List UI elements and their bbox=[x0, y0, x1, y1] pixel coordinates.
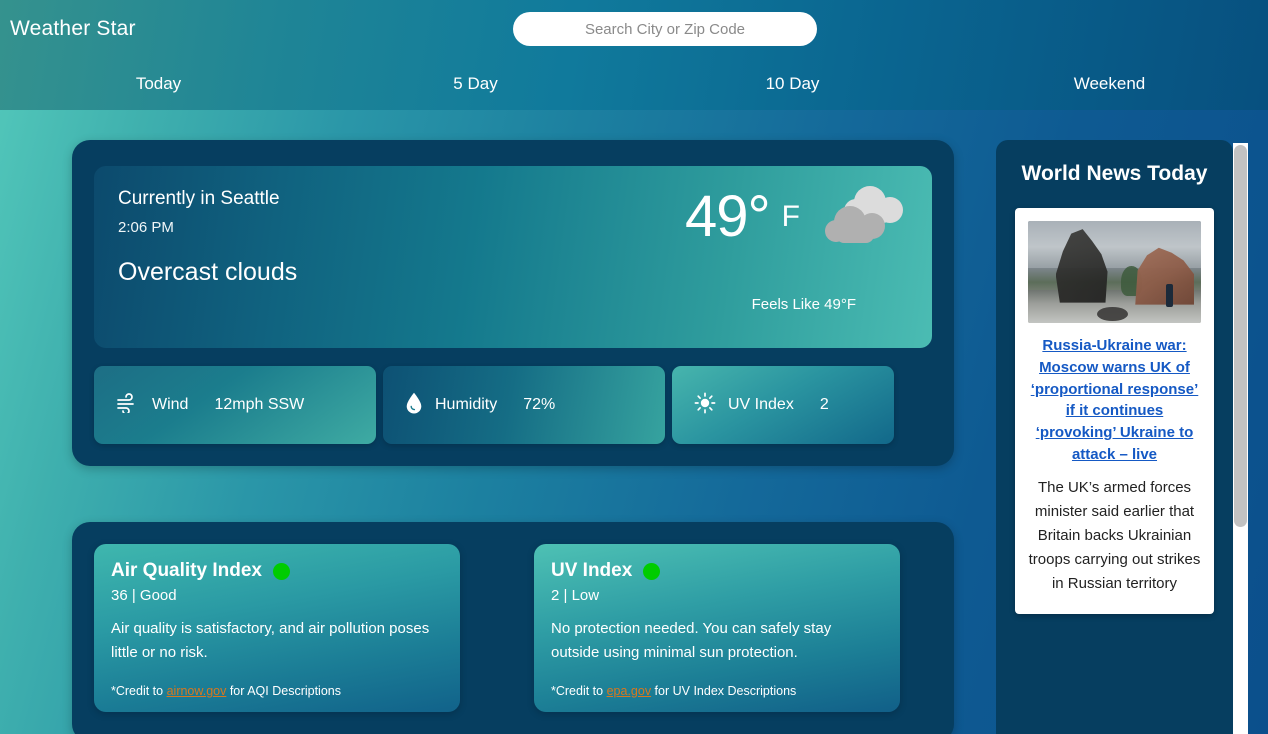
uvi-description: No protection needed. You can safely sta… bbox=[551, 620, 832, 661]
index-cards-row: Air Quality Index 36 | Good Air quality … bbox=[94, 544, 932, 712]
aqi-description: Air quality is satisfactory, and air pol… bbox=[111, 620, 430, 661]
uvi-credit-link[interactable]: epa.gov bbox=[607, 684, 651, 698]
feels-like-label: Feels Like 49°F bbox=[751, 296, 856, 313]
tab-today[interactable]: Today bbox=[0, 62, 317, 106]
uvi-credit-prefix: *Credit to bbox=[551, 684, 607, 698]
stat-label-uv-index: UV Index bbox=[728, 396, 794, 413]
temperature-unit: F bbox=[781, 200, 800, 233]
news-article-headline-link[interactable]: Russia-Ukraine war: Moscow warns UK of ‘… bbox=[1028, 335, 1201, 466]
aqi-value-label: 36 | Good bbox=[111, 587, 177, 604]
page-scrollbar-thumb[interactable] bbox=[1234, 145, 1247, 527]
app-brand-title: Weather Star bbox=[10, 17, 136, 40]
uvi-title-row: UV Index bbox=[551, 560, 883, 582]
aqi-credit-line: *Credit to airnow.gov for AQI Descriptio… bbox=[111, 684, 443, 698]
uvi-value-label: 2 | Low bbox=[551, 587, 600, 604]
humidity-icon bbox=[405, 392, 423, 419]
photo-puddle-reflection bbox=[1097, 306, 1129, 321]
tab-5-day[interactable]: 5 Day bbox=[317, 62, 634, 106]
stat-card-wind[interactable]: Wind 12mph SSW bbox=[94, 366, 376, 444]
stat-label-wind: Wind bbox=[152, 396, 189, 413]
index-cards-section: Air Quality Index 36 | Good Air quality … bbox=[72, 522, 954, 734]
tab-10-day[interactable]: 10 Day bbox=[634, 62, 951, 106]
aqi-credit-suffix: for AQI Descriptions bbox=[226, 684, 341, 698]
news-article-summary: The UK’s armed forces minister said earl… bbox=[1028, 478, 1201, 592]
app-header: Weather Star Today 5 Day 10 Day Weekend bbox=[0, 0, 1268, 110]
current-weather-card: Currently in Seattle 2:06 PM Overcast cl… bbox=[72, 140, 954, 466]
stat-card-humidity[interactable]: Humidity 72% bbox=[383, 366, 665, 444]
news-article-image bbox=[1028, 221, 1201, 323]
stat-value-uv-index: 2 bbox=[819, 396, 829, 413]
uvi-status-dot-icon bbox=[643, 562, 661, 580]
air-quality-index-card: Air Quality Index 36 | Good Air quality … bbox=[94, 544, 460, 712]
news-panel-title: World News Today bbox=[1021, 162, 1208, 185]
aqi-credit-link[interactable]: airnow.gov bbox=[167, 684, 227, 698]
uvi-credit-line: *Credit to epa.gov for UV Index Descript… bbox=[551, 684, 883, 698]
aqi-credit-prefix: *Credit to bbox=[111, 684, 167, 698]
stat-value-humidity: 72% bbox=[523, 396, 556, 413]
temperature-block: 49° F Feels Like 49°F bbox=[568, 180, 908, 330]
tab-weekend[interactable]: Weekend bbox=[951, 62, 1268, 106]
uvi-title: UV Index bbox=[551, 560, 633, 581]
world-news-panel: World News Today Russia-Ukraine war: Mos… bbox=[996, 140, 1233, 734]
overcast-clouds-icon bbox=[812, 180, 908, 254]
aqi-title: Air Quality Index bbox=[111, 560, 262, 581]
stat-label-humidity: Humidity bbox=[435, 396, 498, 413]
temperature-value: 49° bbox=[684, 184, 771, 249]
stats-row: Wind 12mph SSW Humidity 72% UV Index 2 bbox=[94, 366, 932, 444]
news-article-card[interactable]: Russia-Ukraine war: Moscow warns UK of ‘… bbox=[1015, 208, 1214, 614]
current-conditions-panel: Currently in Seattle 2:06 PM Overcast cl… bbox=[94, 166, 932, 348]
uvi-credit-suffix: for UV Index Descriptions bbox=[651, 684, 797, 698]
aqi-title-row: Air Quality Index bbox=[111, 560, 443, 582]
search-input[interactable] bbox=[513, 12, 817, 46]
stat-card-uv-index[interactable]: UV Index 2 bbox=[672, 366, 894, 444]
nav-tabs: Today 5 Day 10 Day Weekend bbox=[0, 62, 1268, 106]
main-content-column: Currently in Seattle 2:06 PM Overcast cl… bbox=[72, 140, 954, 734]
temperature-row: 49° F bbox=[568, 180, 908, 254]
photo-person bbox=[1166, 284, 1174, 307]
uv-index-card: UV Index 2 | Low No protection needed. Y… bbox=[534, 544, 900, 712]
search-bar[interactable] bbox=[513, 12, 817, 46]
stat-value-wind: 12mph SSW bbox=[214, 396, 305, 413]
aqi-status-dot-icon bbox=[272, 562, 290, 580]
sun-icon bbox=[694, 392, 716, 419]
wind-icon bbox=[116, 392, 140, 418]
